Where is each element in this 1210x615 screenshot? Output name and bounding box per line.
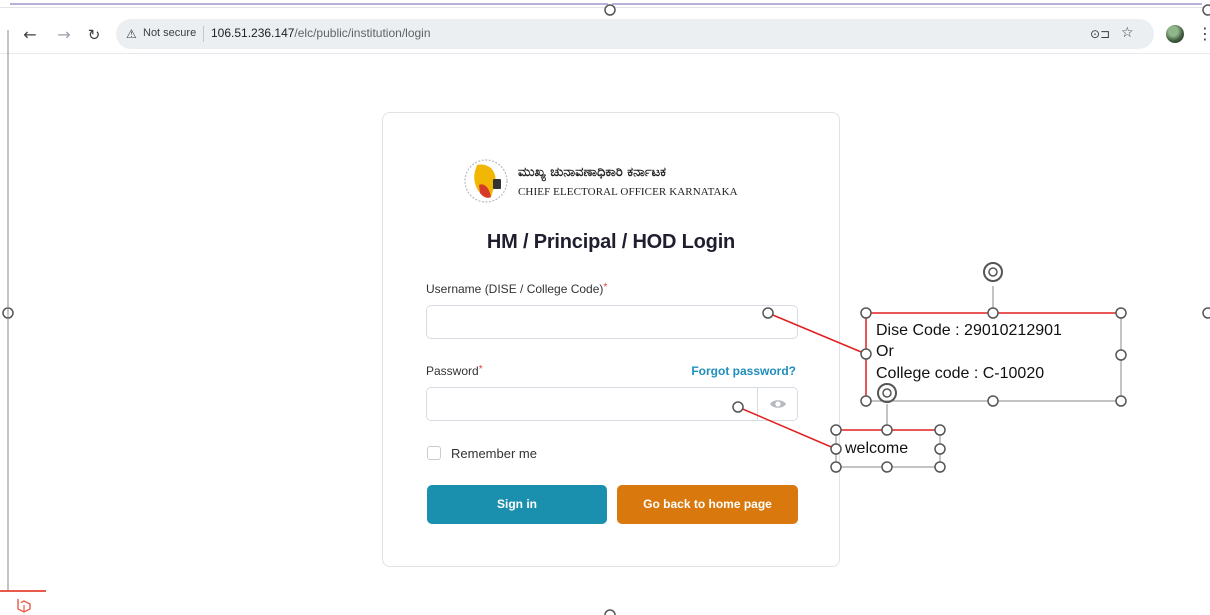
connector-handle[interactable] [732,401,744,413]
resize-handle[interactable] [604,609,616,615]
resize-handle[interactable] [830,461,842,473]
connector-line[interactable] [767,312,867,355]
resize-handle[interactable] [830,424,842,436]
or-text[interactable]: Or [876,342,894,363]
resize-handle[interactable] [860,395,872,407]
rotate-icon[interactable] [877,383,897,403]
welcome-text[interactable]: welcome [845,439,908,460]
resize-handle[interactable] [860,307,872,319]
resize-handle[interactable] [1115,395,1127,407]
resize-handle[interactable] [830,443,842,455]
resize-handle[interactable] [604,4,616,16]
resize-handle[interactable] [934,461,946,473]
laravel-icon [17,599,31,613]
resize-handle[interactable] [860,348,872,360]
resize-handle[interactable] [1202,4,1210,16]
connector-line[interactable] [737,406,837,450]
debugbar-tab[interactable] [0,590,46,615]
rotate-icon[interactable] [983,262,1003,282]
resize-handle[interactable] [987,395,999,407]
resize-handle[interactable] [881,424,893,436]
annotation-overlay [2,4,1210,615]
screen: ← → ↻ ⚠ Not secure 106.51.236.147/elc/pu… [0,0,1210,615]
dise-code-text[interactable]: Dise Code : 29010212901 [876,321,1062,342]
connector-handle[interactable] [762,307,774,319]
resize-handle[interactable] [934,443,946,455]
resize-handle[interactable] [934,424,946,436]
resize-handle[interactable] [881,461,893,473]
resize-handle[interactable] [1202,307,1210,319]
college-code-text[interactable]: College code : C-10020 [876,364,1044,385]
resize-handle[interactable] [1115,307,1127,319]
resize-handle[interactable] [1115,349,1127,361]
resize-handle[interactable] [987,307,999,319]
